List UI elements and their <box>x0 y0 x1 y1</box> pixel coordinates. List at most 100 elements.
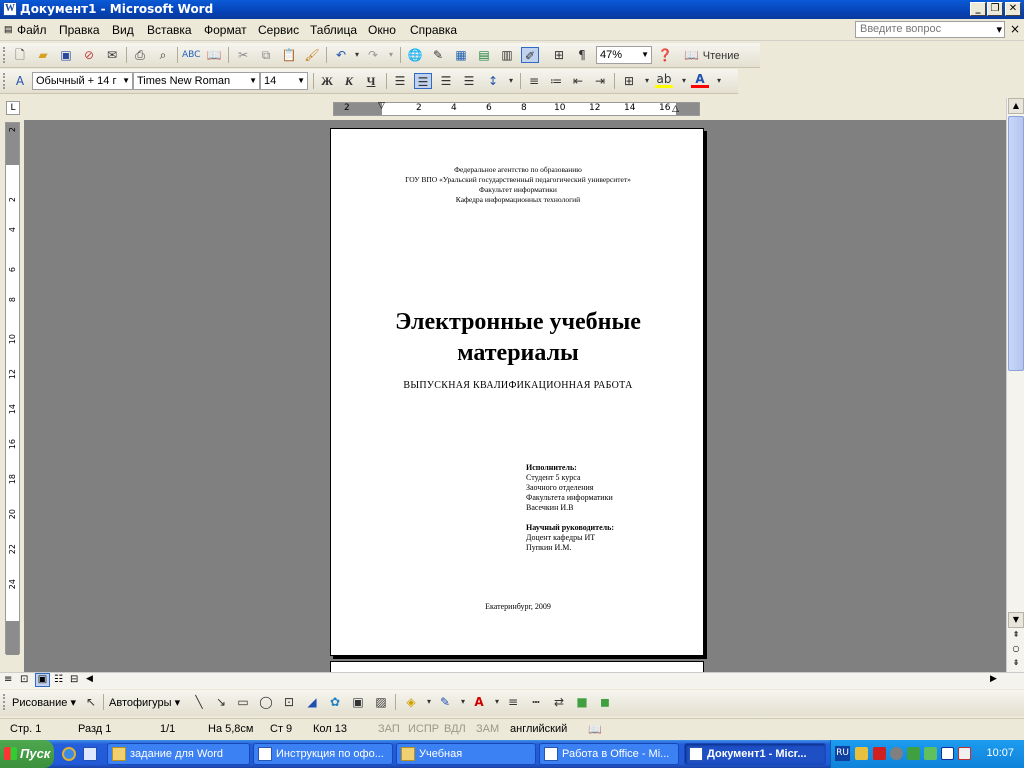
chevron-down-icon[interactable]: ▾ <box>710 73 728 89</box>
autoshapes-menu[interactable]: Автофигуры ▾ <box>109 696 180 709</box>
first-line-indent-marker[interactable]: ▽ <box>378 101 385 111</box>
line-style-icon[interactable]: ≡ <box>504 694 522 710</box>
arrow-icon[interactable]: ↘ <box>212 694 230 710</box>
task-button[interactable]: задание для Word <box>107 743 250 765</box>
arrow-style-icon[interactable]: ⇄ <box>550 694 568 710</box>
font-size-select[interactable]: 14 ▼ <box>260 72 308 90</box>
scroll-thumb[interactable] <box>1008 116 1024 371</box>
task-button[interactable]: Инструкция по офо... <box>253 743 393 765</box>
clipart-icon[interactable]: ▣ <box>349 694 367 710</box>
word-app-icon[interactable]: W <box>3 2 17 16</box>
minimize-button[interactable]: _ <box>970 2 986 16</box>
spelling-status-icon[interactable]: 📖 <box>588 723 602 736</box>
new-document-icon[interactable]: 🗋 <box>11 47 29 63</box>
status-trk[interactable]: ИСПР <box>408 723 439 735</box>
menu-insert[interactable]: Вставка <box>147 23 192 37</box>
scroll-down-icon[interactable]: ▼ <box>1008 612 1024 628</box>
vertical-scrollbar[interactable]: ▲ ▼ ⇞ ○ ⇟ <box>1006 98 1024 672</box>
shadow-icon[interactable]: ■ <box>573 694 591 710</box>
cut-icon[interactable]: ✂ <box>234 47 252 63</box>
zoom-select[interactable]: 47% ▼ <box>596 46 652 64</box>
chevron-down-icon[interactable]: ▾ <box>502 73 520 89</box>
toolbar-grip[interactable] <box>3 73 6 89</box>
chevron-down-icon[interactable]: ▼ <box>641 50 649 59</box>
toolbar-grip[interactable] <box>3 47 6 63</box>
status-ovr[interactable]: ЗАМ <box>476 723 499 735</box>
italic-button[interactable]: К <box>340 73 358 89</box>
columns-icon[interactable]: ▥ <box>498 47 516 63</box>
wordart-icon[interactable]: ◢ <box>303 694 321 710</box>
vertical-ruler[interactable]: 2 2 4 6 8 10 12 14 16 18 20 22 24 <box>5 122 20 655</box>
antivirus-icon[interactable] <box>873 747 886 760</box>
scroll-left-icon[interactable]: ◀ <box>86 674 93 684</box>
scroll-right-icon[interactable]: ▶ <box>990 674 997 684</box>
insert-excel-icon[interactable]: ▤ <box>475 47 493 63</box>
maximize-button[interactable]: ❐ <box>987 2 1003 16</box>
print-layout-icon[interactable]: ▣ <box>35 673 50 687</box>
font-color-draw-icon[interactable]: A <box>470 694 488 710</box>
insert-table-icon[interactable]: ▦ <box>452 47 470 63</box>
permission-icon[interactable]: ⊘ <box>80 47 98 63</box>
underline-button[interactable]: Ч <box>362 73 380 89</box>
style-select[interactable]: Обычный + 14 г ▼ <box>32 72 133 90</box>
doc-menu-icon[interactable]: ▤ <box>4 24 13 35</box>
reading-layout-button[interactable]: 📖 Чтение <box>684 47 744 63</box>
outline-view-icon[interactable]: ☷ <box>54 674 63 685</box>
diagram-icon[interactable]: ✿ <box>326 694 344 710</box>
highlight-icon[interactable]: ab <box>655 73 673 89</box>
open-folder-icon[interactable]: ▰ <box>34 47 52 63</box>
chevron-down-icon[interactable]: ▼ <box>122 76 130 85</box>
line-spacing-icon[interactable]: ↕ <box>484 73 502 89</box>
quick-launch-icon[interactable] <box>83 747 97 761</box>
format-painter-icon[interactable]: 🖌 <box>303 47 321 63</box>
chevron-down-icon[interactable]: ▾ <box>996 23 1002 36</box>
menu-table[interactable]: Таблица <box>310 23 357 37</box>
start-button[interactable]: Пуск <box>0 740 54 768</box>
task-button-active[interactable]: Документ1 - Micr... <box>684 743 826 765</box>
right-indent-marker[interactable]: △ <box>672 104 679 114</box>
toolbar-grip[interactable] <box>3 694 6 710</box>
reading-view-icon[interactable]: ⊟ <box>70 674 78 685</box>
email-icon[interactable]: ✉ <box>103 47 121 63</box>
tray-network-icon[interactable] <box>907 747 920 760</box>
document-map-icon[interactable]: ⊞ <box>550 47 568 63</box>
horizontal-ruler[interactable]: 2 2 4 6 8 10 12 14 16 ▽ △ <box>333 101 700 116</box>
chevron-down-icon[interactable]: ▼ <box>249 76 257 85</box>
normal-view-icon[interactable]: ≡ <box>4 674 12 685</box>
line-icon[interactable]: ╲ <box>190 694 208 710</box>
status-rec[interactable]: ЗАП <box>378 723 400 735</box>
menu-format[interactable]: Формат <box>204 23 247 37</box>
align-center-icon[interactable]: ☰ <box>414 73 432 89</box>
3d-style-icon[interactable]: ◼ <box>596 694 614 710</box>
help-question-input[interactable]: Введите вопрос ▾ <box>855 21 1005 38</box>
horizontal-scrollbar[interactable]: ≡ ⊡ ▣ ☷ ⊟ ◀ ▶ <box>0 672 1024 689</box>
tab-selector[interactable]: L <box>6 101 20 115</box>
show-formatting-icon[interactable]: ¶ <box>573 47 591 63</box>
tray-disk-icon[interactable] <box>890 747 903 760</box>
menu-tools[interactable]: Сервис <box>258 23 299 37</box>
justify-icon[interactable]: ☰ <box>460 73 478 89</box>
print-icon[interactable]: ⎙ <box>131 47 149 63</box>
internet-explorer-icon[interactable] <box>62 747 76 761</box>
menu-file[interactable]: Файл <box>17 23 47 37</box>
textbox-icon[interactable]: ⊡ <box>280 694 298 710</box>
scroll-up-icon[interactable]: ▲ <box>1008 98 1024 114</box>
next-page-icon[interactable]: ⇟ <box>1008 656 1024 672</box>
chevron-down-icon[interactable]: ▼ <box>297 76 305 85</box>
tray-app-icon[interactable] <box>855 747 868 760</box>
hyperlink-icon[interactable]: 🌐 <box>406 47 424 63</box>
fill-color-icon[interactable]: ◈ <box>402 694 420 710</box>
picture-icon[interactable]: ▨ <box>372 694 390 710</box>
menu-view[interactable]: Вид <box>112 23 134 37</box>
menu-window[interactable]: Окно <box>368 23 396 37</box>
increase-indent-icon[interactable]: ⇥ <box>591 73 609 89</box>
clock[interactable]: 10:07 <box>986 747 1014 759</box>
language-indicator[interactable]: RU <box>835 746 850 761</box>
styles-formatting-icon[interactable]: A <box>11 73 29 89</box>
bold-button[interactable]: Ж <box>318 73 336 89</box>
help-icon[interactable]: ❓ <box>656 47 674 63</box>
menu-help[interactable]: Справка <box>410 23 457 37</box>
paste-icon[interactable]: 📋 <box>280 47 298 63</box>
dash-style-icon[interactable]: ┅ <box>527 694 545 710</box>
align-right-icon[interactable]: ☰ <box>437 73 455 89</box>
